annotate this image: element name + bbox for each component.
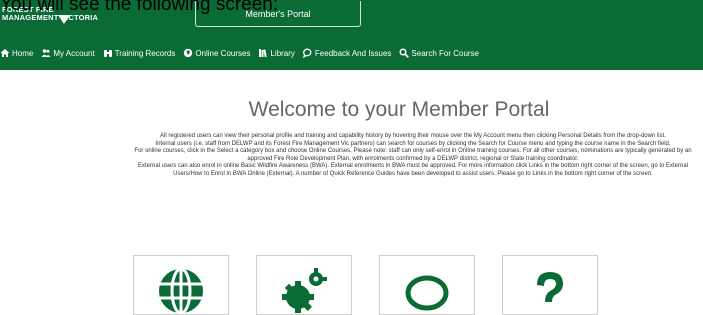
globe-icon — [159, 267, 203, 314]
chat-bubble-icon — [405, 275, 449, 311]
quick-link-tiles — [0, 255, 703, 315]
nav-search-course[interactable]: Search For Course — [399, 48, 479, 58]
tile-online-courses[interactable] — [133, 255, 229, 315]
nav-feedback-label: Feedback And Issues — [314, 48, 392, 58]
intro-paragraph-1: All registered users can view their pers… — [160, 133, 666, 139]
intro-paragraph-4: External users can also enrol in online … — [137, 163, 689, 177]
comment-icon — [302, 48, 313, 58]
welcome-text: All registered users can view their pers… — [133, 133, 693, 179]
question-icon — [537, 272, 563, 302]
gears-icon — [282, 268, 327, 313]
main-nav: Home My Account Training Records Online … — [0, 45, 487, 61]
tile-help[interactable] — [502, 255, 598, 315]
books-icon — [258, 48, 268, 58]
users-icon — [41, 48, 51, 58]
tile-feedback[interactable] — [379, 255, 475, 315]
nav-library[interactable]: Library — [258, 48, 295, 58]
nav-training-records-label: Training Records — [114, 48, 176, 58]
logo-chevron-icon — [58, 15, 70, 24]
page-title: Welcome to your Member Portal — [248, 98, 550, 121]
instruction-caption: You will see the following screen: — [0, 0, 279, 15]
nav-training-records[interactable]: Training Records — [103, 48, 176, 58]
nav-my-account-label: My Account — [53, 48, 95, 58]
intro-paragraph-3: For online courses, click in the Select … — [134, 148, 692, 162]
intro-paragraph-2: Internal users (i.e. staff from DELWP an… — [155, 140, 671, 147]
nav-home-label: Home — [12, 48, 34, 58]
nav-home[interactable]: Home — [0, 48, 33, 58]
search-icon — [399, 48, 410, 58]
binoculars-icon — [103, 48, 113, 58]
nav-online-courses-label: Online Courses — [195, 48, 251, 58]
home-icon — [0, 48, 10, 58]
tile-settings[interactable] — [256, 255, 352, 315]
globe-icon — [183, 48, 193, 58]
nav-library-label: Library — [270, 48, 295, 58]
nav-feedback[interactable]: Feedback And Issues — [302, 48, 392, 58]
nav-my-account[interactable]: My Account — [41, 48, 95, 58]
nav-search-course-label: Search For Course — [411, 48, 480, 58]
nav-online-courses[interactable]: Online Courses — [183, 48, 250, 58]
